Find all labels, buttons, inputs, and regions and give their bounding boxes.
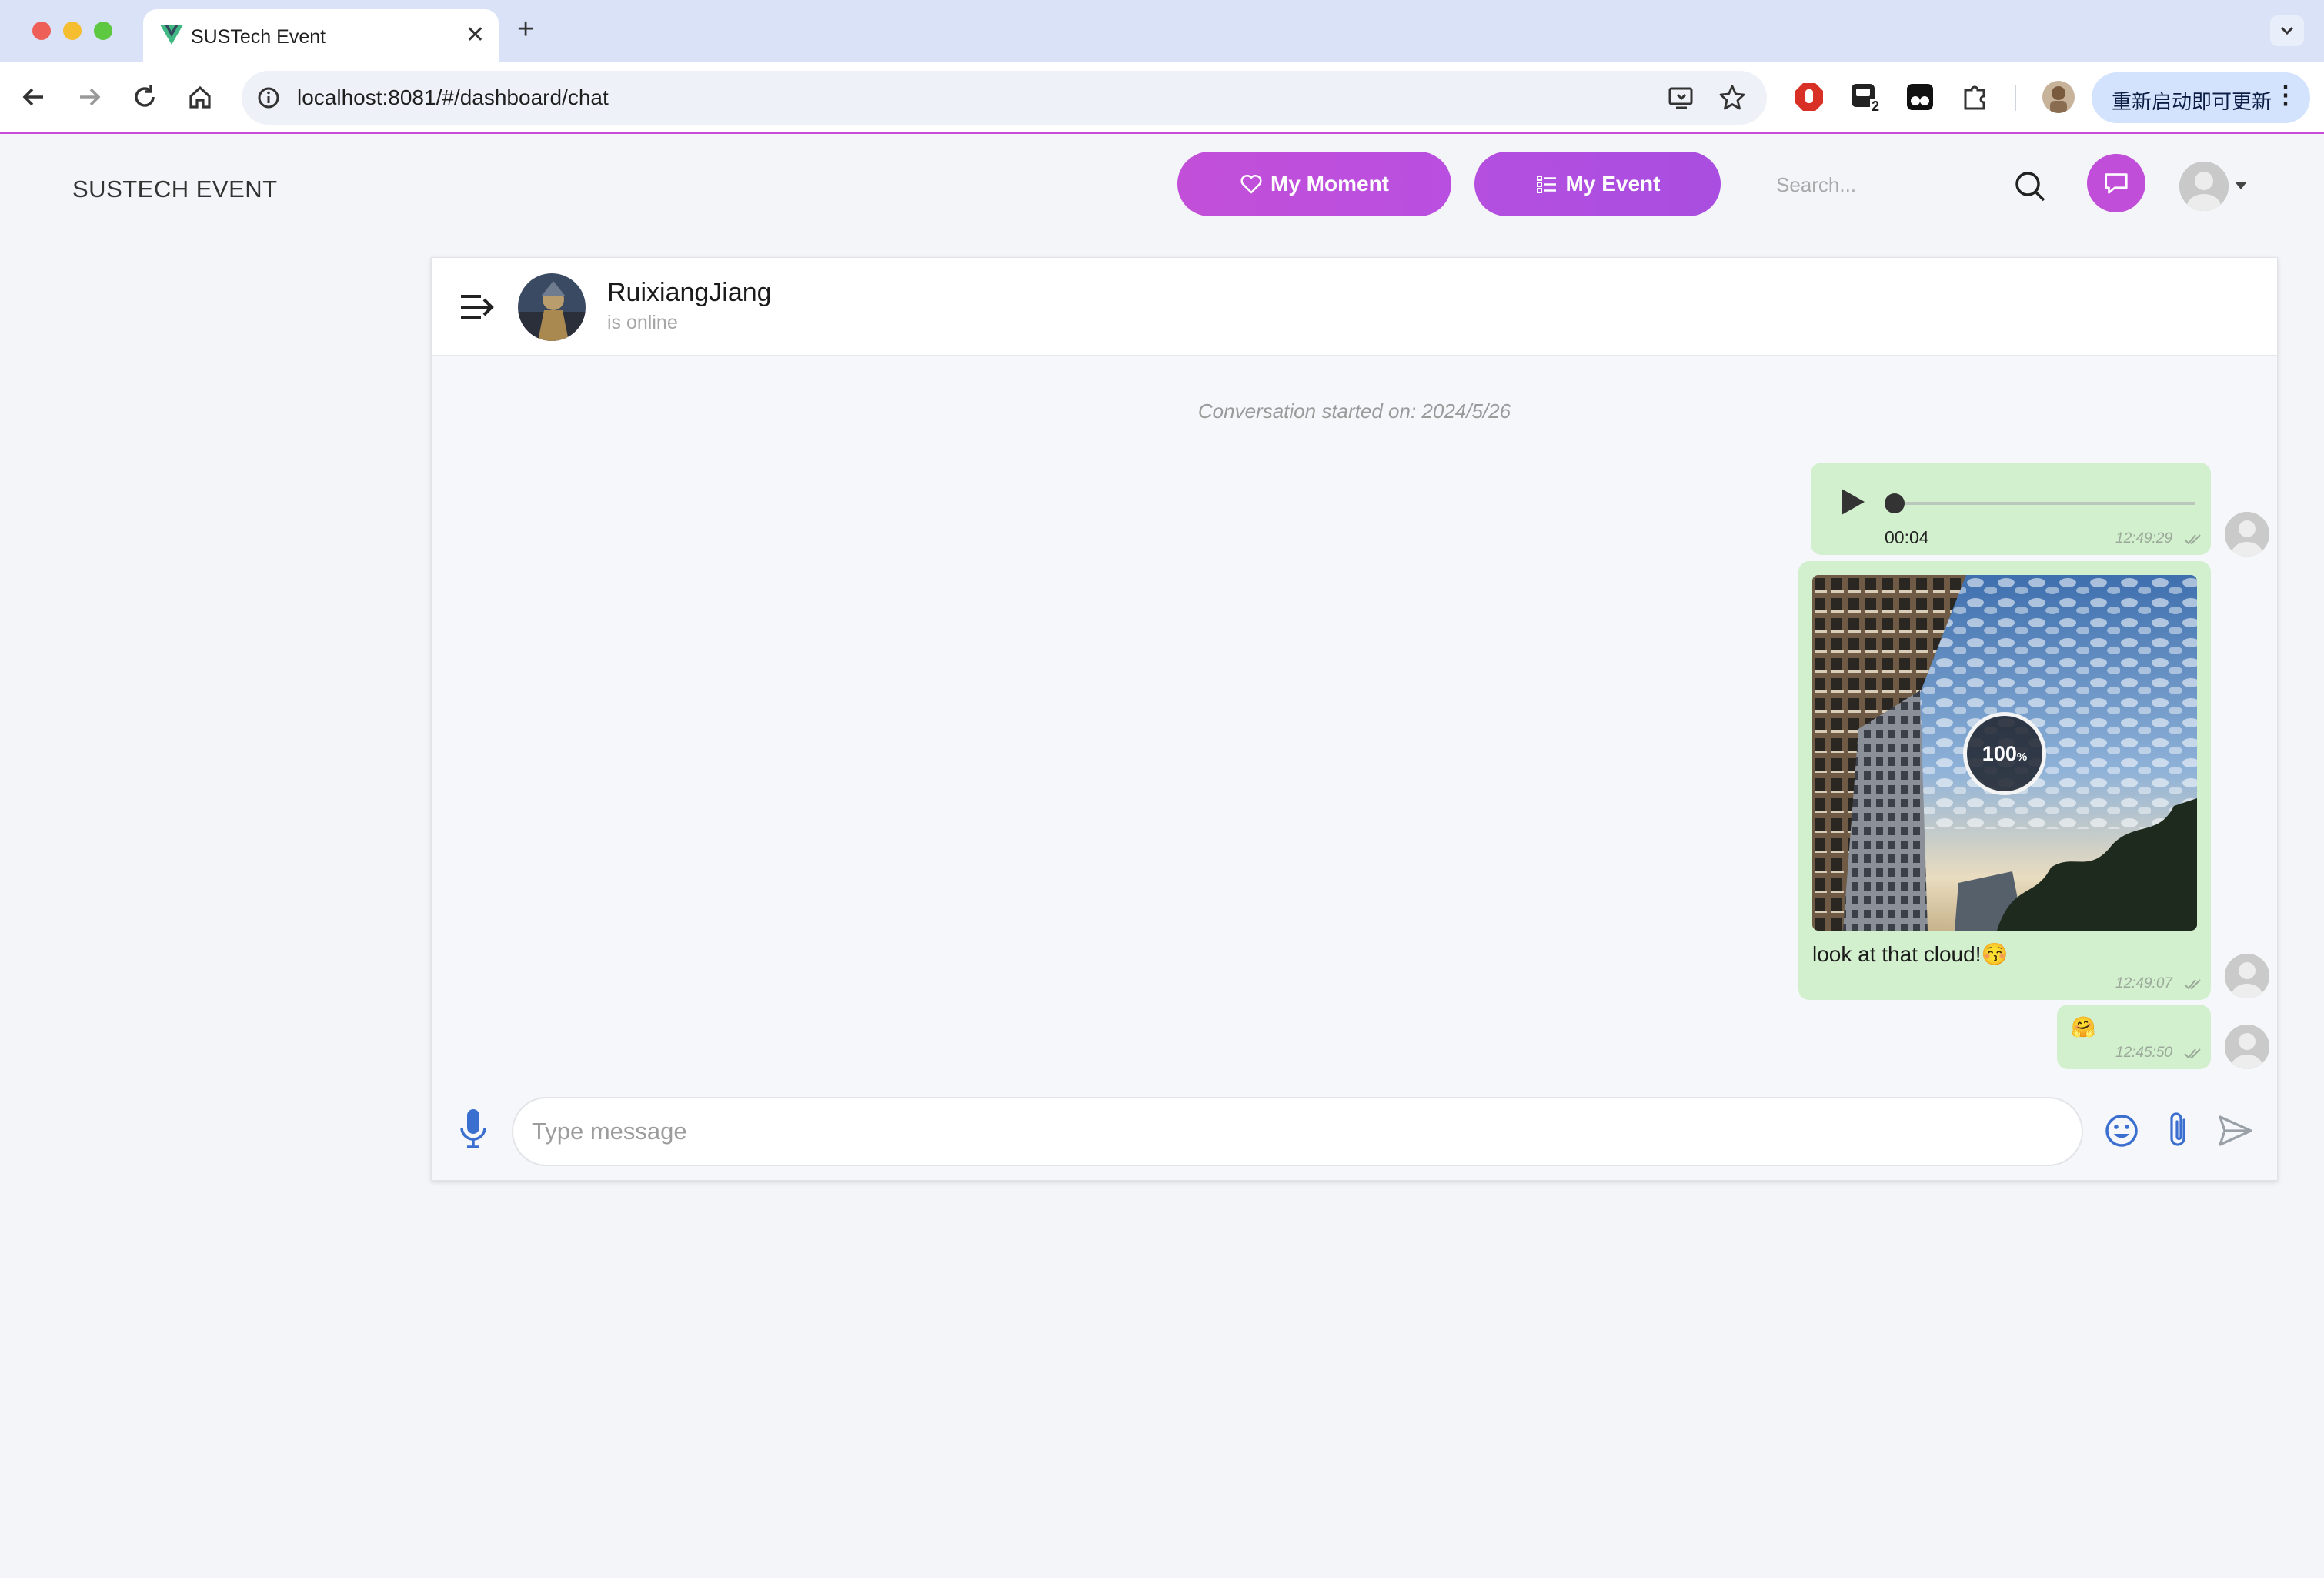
heart-icon	[1240, 174, 1262, 194]
site-info-icon[interactable]	[252, 82, 285, 114]
more-options-icon[interactable]: ⋮	[2273, 80, 2298, 109]
adblock-extension-icon[interactable]	[1793, 81, 1825, 113]
home-icon[interactable]	[185, 82, 215, 112]
window-maximize-button[interactable]	[94, 22, 112, 40]
contact-avatar[interactable]	[518, 273, 586, 341]
browser-tab-bar: SUSTech Event ✕ +	[0, 0, 2324, 62]
bookmark-star-icon[interactable]	[1718, 83, 1747, 112]
default-user-icon	[2225, 512, 2269, 557]
chat-header: RuixiangJiang is online	[432, 258, 2277, 356]
contact-status: is online	[607, 312, 678, 333]
sender-avatar[interactable]	[2225, 1025, 2269, 1069]
url-text[interactable]: localhost:8081/#/dashboard/chat	[297, 85, 609, 110]
vue-logo-icon	[160, 25, 183, 45]
text-message-bubble: 🤗 12:45:50	[2057, 1005, 2211, 1069]
audio-progress-knob[interactable]	[1885, 493, 1905, 513]
default-user-icon	[2225, 954, 2269, 998]
default-user-icon	[2179, 162, 2229, 211]
microphone-icon[interactable]	[458, 1108, 489, 1149]
audio-progress-track[interactable]	[1895, 502, 2195, 505]
my-event-label: My Event	[1565, 172, 1661, 196]
message-time: 12:45:50	[2115, 1045, 2172, 1061]
new-tab-button[interactable]: +	[517, 14, 534, 45]
list-icon	[1536, 176, 1556, 193]
my-moment-label: My Moment	[1271, 172, 1389, 196]
update-button-label: 重新启动即可更新	[2112, 90, 2272, 113]
default-user-icon	[2225, 1025, 2269, 1069]
message-time: 12:49:07	[2115, 975, 2172, 991]
sender-avatar[interactable]	[2225, 954, 2269, 998]
audio-duration: 00:04	[1885, 527, 1929, 547]
upload-progress-indicator: 100%	[1963, 712, 2046, 795]
profile-avatar[interactable]	[2042, 81, 2075, 113]
upload-progress-unit: %	[2016, 750, 2028, 764]
conversation-start-label: Conversation started on: 2024/5/26	[1197, 400, 1511, 423]
attachment-paperclip-icon[interactable]	[2163, 1109, 2194, 1151]
double-check-icon	[2184, 1048, 2201, 1059]
tab-title: SUSTech Event	[191, 26, 326, 48]
message-time: 12:49:29	[2115, 530, 2172, 547]
back-arrow-icon[interactable]	[18, 82, 49, 112]
my-moment-button[interactable]: My Moment	[1177, 152, 1451, 216]
contact-photo-icon	[518, 273, 586, 341]
toggle-sidebar-icon[interactable]	[458, 290, 495, 324]
browser-toolbar: localhost:8081/#/dashboard/chat 2 重新启动即可…	[0, 62, 2324, 134]
audio-message-bubble: 00:04 12:49:29	[1811, 463, 2211, 555]
search-icon[interactable]	[2012, 168, 2049, 205]
chat-panel: RuixiangJiang is online Conversation sta…	[431, 257, 2278, 1181]
double-check-icon	[2184, 534, 2201, 545]
extensions-puzzle-icon[interactable]	[1959, 81, 1992, 113]
send-icon[interactable]	[2217, 1114, 2254, 1148]
user-avatar[interactable]	[2179, 162, 2229, 211]
chevron-down-icon	[2280, 26, 2294, 35]
message-text: 🤗	[2071, 1015, 2096, 1038]
window-close-button[interactable]	[32, 22, 51, 40]
chat-bubble-icon	[2105, 173, 2128, 194]
window-minimize-button[interactable]	[63, 22, 82, 40]
profile-photo-icon	[2042, 81, 2075, 113]
play-icon[interactable]	[1837, 486, 1868, 518]
tab-search-button[interactable]	[2270, 15, 2304, 46]
image-message-bubble: 100% look at that cloud!😚 12:49:07	[1798, 561, 2211, 1000]
message-text: look at that cloud!😚	[1812, 942, 2008, 966]
app-brand[interactable]: SUSTECH EVENT	[72, 176, 278, 203]
emoji-picker-icon[interactable]	[2103, 1112, 2140, 1149]
my-event-button[interactable]: My Event	[1474, 152, 1721, 216]
install-app-icon[interactable]	[1667, 83, 1696, 112]
chat-button[interactable]	[2087, 154, 2145, 212]
reload-icon[interactable]	[129, 82, 160, 112]
browser-tab-active[interactable]: SUSTech Event ✕	[143, 9, 499, 62]
shared-photo[interactable]: 100%	[1812, 575, 2197, 931]
toolbar-divider	[2015, 85, 2016, 111]
double-check-icon	[2184, 979, 2201, 990]
forward-arrow-icon[interactable]	[74, 82, 105, 112]
search-input[interactable]	[1776, 162, 1961, 208]
user-menu-caret-icon[interactable]	[2235, 182, 2247, 189]
message-input[interactable]	[512, 1097, 2083, 1166]
contact-name: RuixiangJiang	[607, 278, 772, 307]
update-browser-button[interactable]: 重新启动即可更新 ⋮	[2092, 72, 2310, 123]
tab-close-icon[interactable]: ✕	[466, 22, 485, 49]
upload-progress-value: 100	[1982, 741, 2017, 765]
address-bar[interactable]: localhost:8081/#/dashboard/chat	[242, 71, 1767, 125]
extension-badge-count: 2	[1870, 99, 1882, 115]
sender-avatar[interactable]	[2225, 512, 2269, 557]
tampermonkey-extension-icon[interactable]	[1904, 81, 1936, 113]
